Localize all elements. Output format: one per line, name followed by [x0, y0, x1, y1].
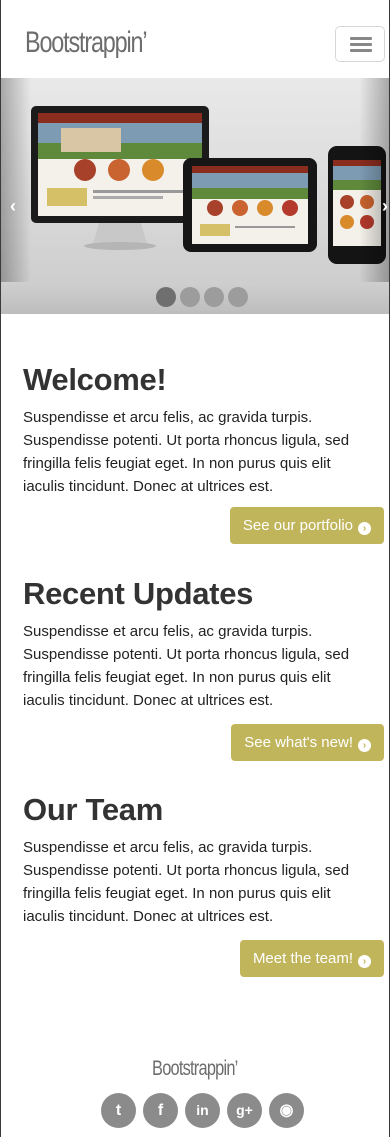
carousel-next-icon[interactable]: › — [382, 196, 388, 217]
menu-toggle-button[interactable] — [335, 26, 385, 62]
welcome-section: Welcome! Suspendisse et arcu felis, ac g… — [23, 362, 368, 498]
team-text: Suspendisse et arcu felis, ac gravida tu… — [23, 839, 350, 925]
footer-logo[interactable]: Bootstrappin’ — [152, 1057, 238, 1081]
navbar: Bootstrappin’ — [1, 0, 389, 78]
whats-new-button-label: See what's new! — [244, 734, 353, 751]
hamburger-icon — [350, 37, 372, 40]
social-links: t f in g+ ◉ — [101, 1093, 304, 1128]
carousel — [1, 78, 389, 314]
team-section: Our Team Suspendisse et arcu felis, ac g… — [23, 792, 368, 928]
carousel-indicator-1[interactable] — [156, 287, 176, 307]
carousel-slide-image — [31, 106, 386, 264]
meet-team-button-label: Meet the team! — [252, 950, 353, 967]
carousel-indicator-2[interactable] — [180, 287, 200, 307]
carousel-prev-icon[interactable]: ‹ — [10, 196, 16, 217]
welcome-heading: Welcome! — [23, 362, 167, 397]
updates-heading: Recent Updates — [23, 576, 254, 611]
twitter-icon[interactable]: t — [101, 1093, 136, 1128]
carousel-indicators — [156, 287, 248, 307]
carousel-indicator-4[interactable] — [228, 287, 248, 307]
team-heading: Our Team — [23, 792, 164, 827]
linkedin-icon[interactable]: in — [185, 1093, 220, 1128]
circle-arrow-right-icon: › — [358, 955, 371, 968]
updates-section: Recent Updates Suspendisse et arcu felis… — [23, 576, 368, 712]
github-icon[interactable]: ◉ — [269, 1093, 304, 1128]
carousel-indicator-3[interactable] — [204, 287, 224, 307]
circle-arrow-right-icon: › — [358, 739, 371, 752]
google-plus-icon[interactable]: g+ — [227, 1093, 262, 1128]
portfolio-button-label: See our portfolio — [242, 517, 353, 534]
whats-new-button[interactable]: See what's new! › — [231, 724, 384, 761]
facebook-icon[interactable]: f — [143, 1093, 178, 1128]
meet-team-button[interactable]: Meet the team! › — [239, 940, 384, 977]
circle-arrow-right-icon: › — [358, 522, 371, 535]
welcome-text: Suspendisse et arcu felis, ac gravida tu… — [23, 409, 350, 495]
brand-logo[interactable]: Bootstrappin’ — [25, 26, 148, 60]
portfolio-button[interactable]: See our portfolio › — [229, 507, 384, 544]
updates-text: Suspendisse et arcu felis, ac gravida tu… — [23, 623, 350, 709]
footer-brand: Bootstrappin’ — [0, 1057, 390, 1081]
